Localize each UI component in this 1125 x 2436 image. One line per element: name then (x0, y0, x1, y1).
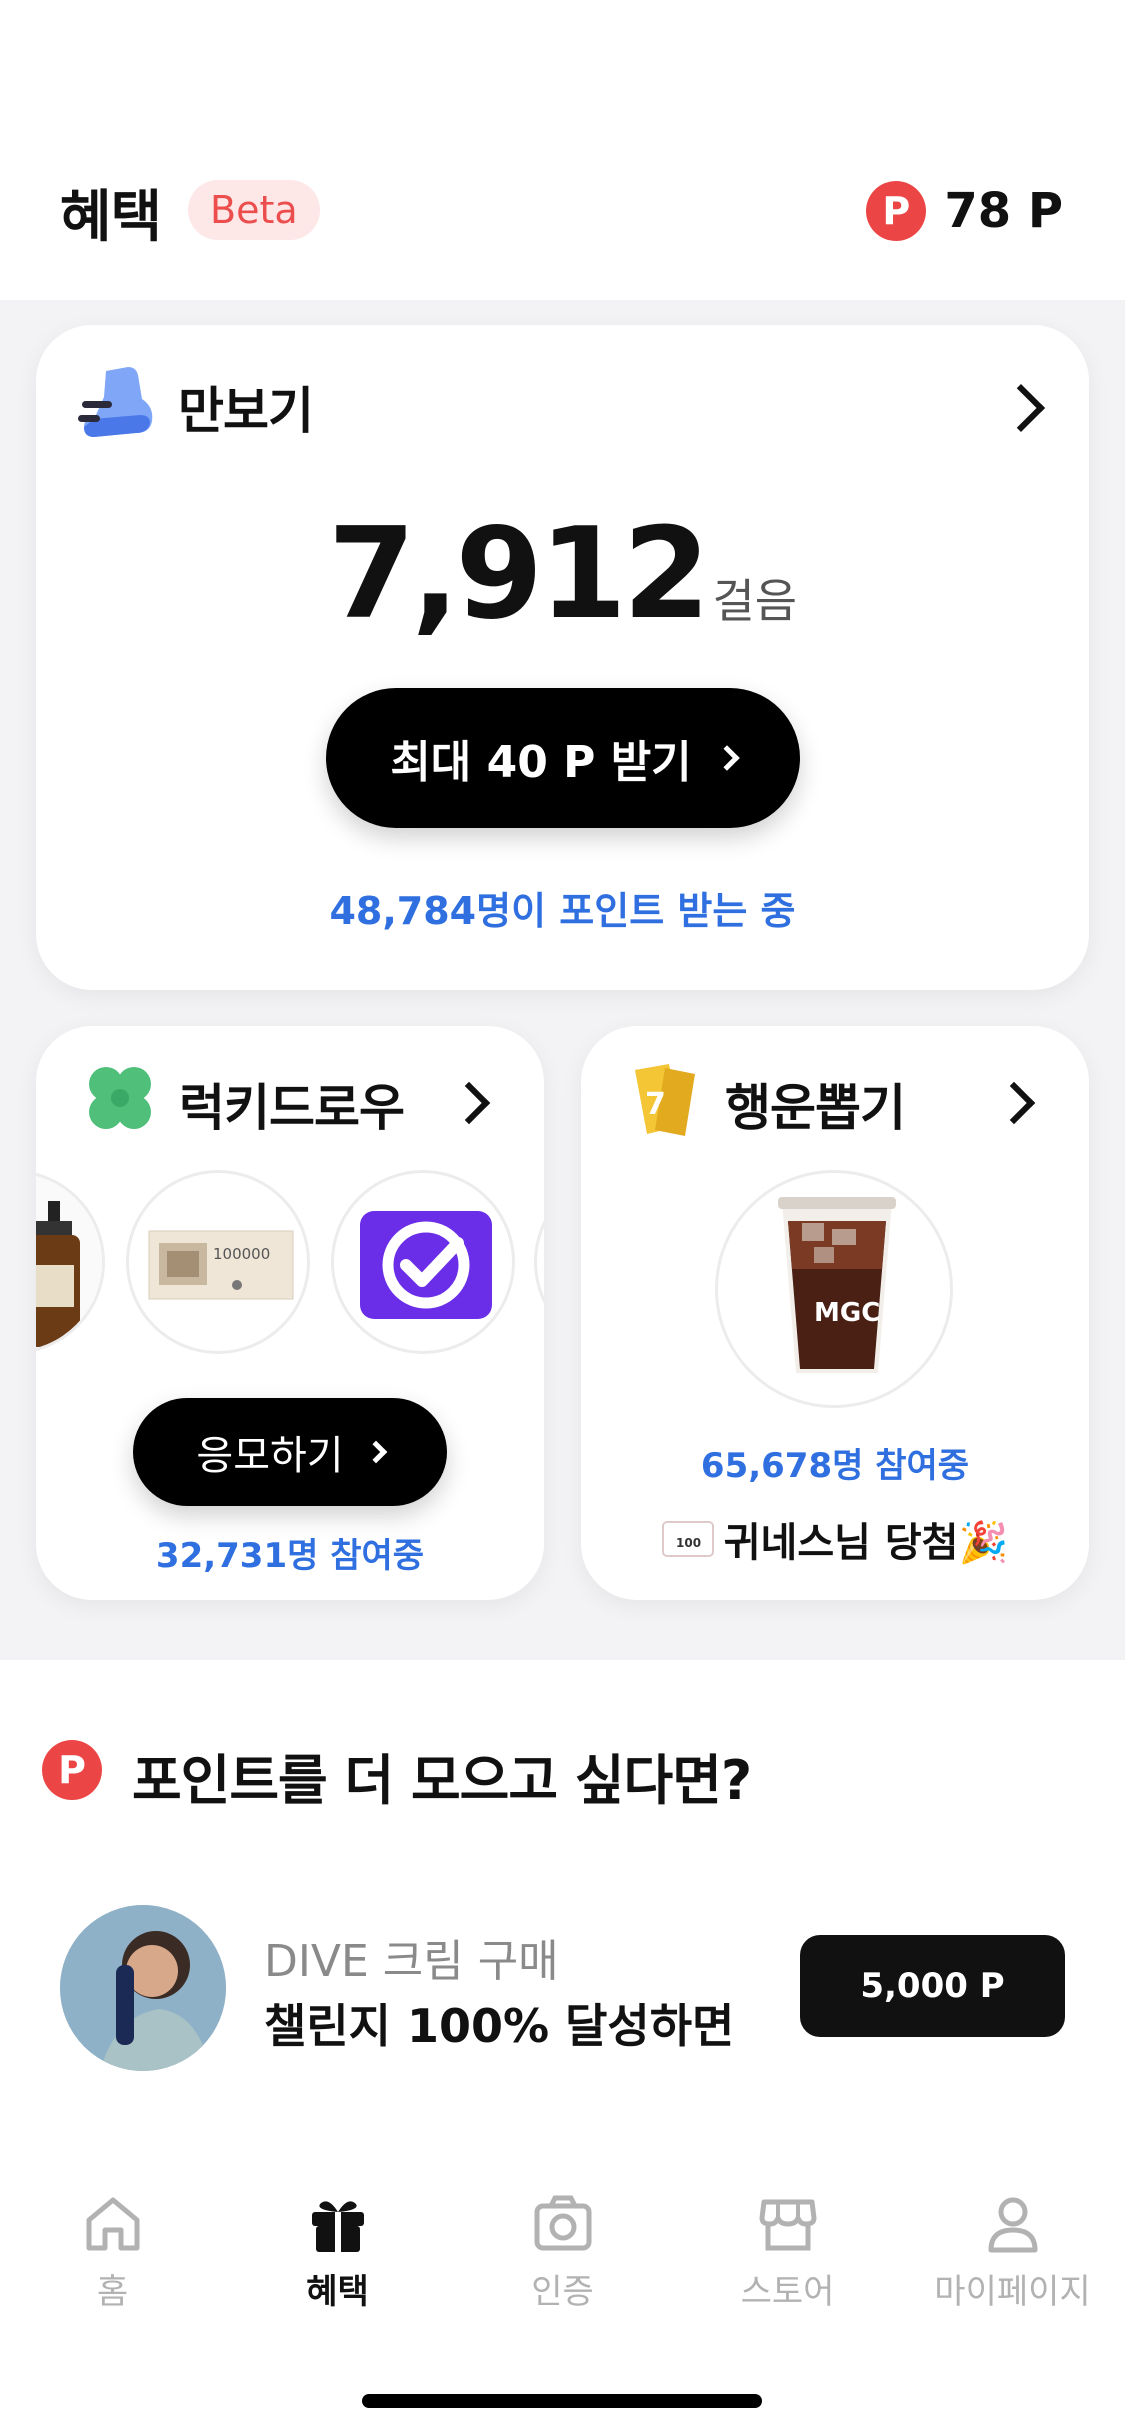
challenge-product: DIVE 크림 구매 (264, 1936, 559, 1987)
winner-banner: 100 귀네스님 당첨🎉 (581, 1510, 1089, 1568)
tab-benefits[interactable]: 혜택 (225, 2160, 450, 2312)
clover-icon (89, 1067, 151, 1129)
challenge-condition: 챌린지 100% 달성하면 (264, 1999, 735, 2053)
tab-label: 홈 (96, 2272, 129, 2312)
home-indicator[interactable] (362, 2394, 762, 2408)
pedometer-card[interactable]: 만보기 7,912 걸음 최대 40 P 받기 48,784명이 포인트 받는 중 (36, 325, 1089, 990)
soap-bottle-icon (36, 1173, 102, 1351)
coupon-value: 100 (676, 1536, 701, 1550)
chevron-right-icon (364, 1440, 387, 1464)
camera-icon (534, 2195, 591, 2251)
more-points-title: 포인트를 더 모으고 싶다면? (132, 1749, 752, 1812)
claim-points-button[interactable]: 최대 40 P 받기 (326, 688, 800, 828)
home-icon (86, 2197, 139, 2251)
enter-draw-label: 응모하기 (196, 1433, 344, 1479)
point-icon: P (42, 1740, 102, 1800)
chevron-right-icon[interactable] (996, 383, 1046, 433)
tab-label: 스토어 (740, 2272, 835, 2312)
steps-unit: 걸음 (712, 574, 798, 628)
winner-text: 귀네스님 당첨🎉 (723, 1520, 1009, 1566)
chevron-right-icon[interactable] (992, 1081, 1036, 1125)
coupon-icon: 100 (661, 1521, 714, 1557)
tab-label: 마이페이지 (934, 2272, 1091, 2312)
gift-icon (311, 2201, 364, 2252)
points-value: 78 P (944, 183, 1063, 239)
claim-points-label: 최대 40 P 받기 (390, 737, 692, 788)
lucky-draw-card[interactable]: 럭키드로우 100000 응모하기 32,731명 참여중 (36, 1026, 544, 1600)
person-icon (988, 2197, 1037, 2253)
chevron-right-icon[interactable] (447, 1081, 491, 1125)
pedometer-participants: 48,784명이 포인트 받는 중 (329, 889, 796, 933)
enter-draw-button[interactable]: 응모하기 (133, 1398, 447, 1506)
ticket-icon: 7 (635, 1064, 695, 1136)
lucky-draw-title: 럭키드로우 (179, 1079, 405, 1137)
iced-coffee-icon: MGC (778, 1197, 896, 1373)
person-photo-icon (60, 1905, 226, 2071)
sneaker-icon (78, 367, 153, 437)
tab-verify[interactable]: 인증 (450, 2160, 675, 2312)
header: 혜택 Beta P 78 P (0, 0, 1125, 300)
fortune-draw-title: 행운뽑기 (725, 1079, 906, 1137)
tab-mypage[interactable]: 마이페이지 (900, 2160, 1125, 2312)
lucky-draw-participants: 32,731명 참여중 (155, 1536, 425, 1576)
steps-display: 7,912 걸음 (36, 500, 1089, 647)
cup-brand: MGC (814, 1298, 880, 1328)
points-balance[interactable]: P 78 P (866, 180, 1063, 242)
fortune-draw-card[interactable]: 7 행운뽑기 MGC 65,678명 참여중 100 귀네스님 당첨🎉 (581, 1026, 1089, 1600)
chevron-right-icon (713, 745, 740, 771)
tab-home[interactable]: 홈 (0, 2160, 225, 2312)
page-title: 혜택 (60, 185, 162, 250)
checkmark-icon (360, 1211, 492, 1319)
svg-text:7: 7 (645, 1087, 666, 1122)
tab-label: 혜택 (306, 2272, 369, 2312)
fortune-draw-participants: 65,678명 참여중 (700, 1446, 970, 1486)
prize-iced-coffee[interactable]: MGC (715, 1170, 953, 1408)
prize-gift-voucher[interactable]: 100000 (126, 1170, 310, 1354)
voucher-icon: 100000 (148, 1230, 294, 1300)
steps-value: 7,912 (327, 500, 711, 647)
beta-badge: Beta (188, 180, 320, 240)
store-icon (759, 2199, 816, 2251)
challenge-avatar (60, 1905, 226, 2071)
voucher-amount: 100000 (213, 1245, 270, 1263)
prize-partial[interactable] (534, 1170, 544, 1354)
challenge-reward-button[interactable]: 5,000 P (800, 1935, 1065, 2037)
prize-aesop[interactable] (36, 1170, 105, 1354)
tab-store[interactable]: 스토어 (675, 2160, 900, 2312)
tab-label: 인증 (531, 2272, 594, 2312)
bottom-tab-bar: 홈 혜택 인증 스토어 마이페이지 (0, 2160, 1125, 2312)
point-icon: P (866, 181, 927, 241)
prize-checkmark-app[interactable] (331, 1170, 515, 1354)
pedometer-title: 만보기 (178, 382, 314, 440)
